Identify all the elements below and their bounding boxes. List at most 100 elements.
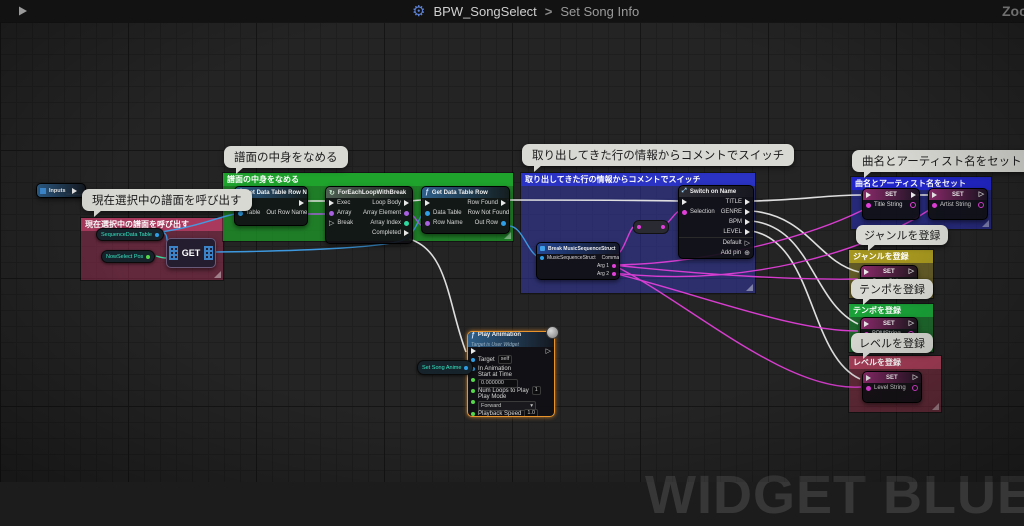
startattime-in-pin[interactable] [471,378,475,382]
node-switch-on-name[interactable]: ⤢ Switch on Name TITLE Selection GENRE B… [678,185,754,259]
pin-row[interactable]: Row Name Out Row [422,218,509,228]
value-in-pin[interactable] [932,203,937,208]
array-in-pin[interactable] [329,211,334,216]
exec-in-pin[interactable] [682,199,687,205]
node-foreachloop-withbreak[interactable]: ↻ ForEachLoopWithBreak Exec Loop Body Ar… [325,186,413,244]
node-set-artist-string[interactable]: SET ▷ Artist String [928,188,988,220]
add-pin-icon[interactable]: ⊕ [744,250,750,257]
exec-in-pin[interactable] [932,192,937,198]
index-out-pin[interactable] [404,221,409,226]
exec-out-pin[interactable] [911,192,916,198]
reroute-out-pin[interactable] [661,225,665,229]
exec-out-pin[interactable]: ▷ [909,320,914,327]
pin-row[interactable]: Target self [468,355,554,364]
resize-handle[interactable] [746,284,753,291]
selection-in-pin[interactable] [682,210,687,215]
level-out-pin[interactable] [745,229,750,235]
exec-out-pin[interactable]: ▷ [909,268,914,275]
playbackspeed-in-pin[interactable] [471,412,475,416]
pin-row[interactable]: Add pin ⊕ [679,248,753,258]
node-inputs[interactable]: Inputs [36,183,86,198]
pin-row[interactable]: Exec Loop Body [326,198,412,208]
exec-in-pin[interactable] [864,321,869,327]
outrow-out-pin[interactable] [501,221,506,226]
pin-row[interactable]: Level String [863,383,921,393]
node-array-get[interactable]: GET [166,238,216,268]
breadcrumb-root[interactable]: BPW_SongSelect [433,4,536,19]
resize-handle[interactable] [932,403,939,410]
reroute-in-pin[interactable] [637,225,641,229]
exec-out-pin[interactable]: ▷ [979,191,984,198]
pin-row[interactable]: ▷ Break Array Index [326,218,412,228]
pin-row[interactable]: Start at Time 0.000000 [468,373,554,386]
variable-node-nowselectpos[interactable]: NowSelect Pos [101,250,155,263]
pin-row[interactable]: Title String [863,200,919,210]
pin-row[interactable]: Play Mode Forward ▾ [468,395,554,409]
completed-out-pin[interactable] [404,230,409,236]
bpm-out-pin[interactable] [745,219,750,225]
element-out-pin[interactable] [404,211,409,216]
pin-row[interactable]: Array Array Element [326,208,412,218]
exec-in-pin[interactable] [866,375,871,381]
pin-row[interactable]: Default ▷ [679,237,753,248]
title-out-pin[interactable] [745,199,750,205]
exec-in-pin[interactable] [866,192,871,198]
variable-node-set-song-anime[interactable]: Set Song Anime [417,360,473,375]
node-reroute[interactable] [633,220,669,234]
exec-in-pin[interactable] [329,200,334,206]
struct-in-pin[interactable] [540,256,544,260]
pin-row[interactable]: Arg 1 [537,262,619,270]
pin-row[interactable]: Playback Speed 1.0 [468,409,554,417]
rowfound-out-pin[interactable] [501,200,506,206]
comment-title[interactable]: 譜面の中身をなめる [223,173,513,186]
pin-row[interactable]: Data Table Row Not Found ▷ [422,208,509,218]
arrow-right-icon[interactable] [8,3,28,24]
node-set-level-string[interactable]: SET ▷ Level String [862,371,922,403]
pin-row[interactable]: ▷ [468,347,554,355]
node-break-musicsequencestruct[interactable]: Break MusicSequenceStruct MusicSequenceS… [536,242,620,280]
arg1-out-pin[interactable] [612,264,616,268]
playbackspeed-input[interactable]: 1.0 [524,409,538,417]
pin-row[interactable]: BPM [679,217,753,227]
exec-out-pin[interactable] [299,200,304,206]
exec-out-pin[interactable]: ▷ [546,348,551,355]
object-out-pin[interactable] [155,233,159,237]
arg2-out-pin[interactable] [612,272,616,276]
pin-row[interactable]: Selection GENRE [679,207,753,217]
playmode-in-pin[interactable] [471,400,475,404]
break-in-pin[interactable]: ▷ [329,220,334,227]
resize-handle[interactable] [982,220,989,227]
target-value-box[interactable]: self [498,355,513,364]
pin-row[interactable]: Arg 2 [537,270,619,278]
variable-node-sequencedatatable[interactable]: SequenceData Table [96,228,164,241]
exec-out-pin[interactable]: ▷ [913,374,918,381]
object-out-pin[interactable] [464,366,468,370]
node-play-animation[interactable]: ƒ Play Animation Target is User Widget ▷… [467,331,555,417]
comment-title[interactable]: ジャンルを登録 [849,250,933,263]
table-in-pin[interactable] [238,211,243,216]
exec-in-pin[interactable] [471,348,476,354]
default-out-pin[interactable]: ▷ [745,240,750,247]
numloops-in-pin[interactable] [471,389,475,393]
datatable-in-pin[interactable] [425,211,430,216]
startattime-input[interactable]: 0.000000 [478,379,518,388]
int-out-pin[interactable] [146,255,150,259]
pin-row[interactable]: LEVEL [679,227,753,237]
pin-row[interactable]: Completed [326,228,412,238]
gear-icon[interactable]: ⚙ [412,4,425,19]
exec-in-pin[interactable] [864,269,869,275]
exec-out-pin[interactable] [404,200,409,206]
resize-handle[interactable] [214,271,221,278]
exec-in-pin[interactable] [425,200,430,206]
node-get-data-table-row[interactable]: ƒ Get Data Table Row Row Found Data Tabl… [421,186,510,234]
exec-out-pin[interactable] [72,188,77,194]
value-in-pin[interactable] [866,203,871,208]
genre-out-pin[interactable] [745,209,750,215]
node-set-title-string[interactable]: SET Title String [862,188,920,220]
value-out-pin[interactable] [910,202,916,208]
rowname-in-pin[interactable] [425,221,430,226]
pin-row[interactable]: MusicSequenceStruct Command [537,254,619,262]
pin-row[interactable]: Row Found [422,198,509,208]
value-out-pin[interactable] [912,385,918,391]
pin-row[interactable]: TITLE [679,197,753,207]
